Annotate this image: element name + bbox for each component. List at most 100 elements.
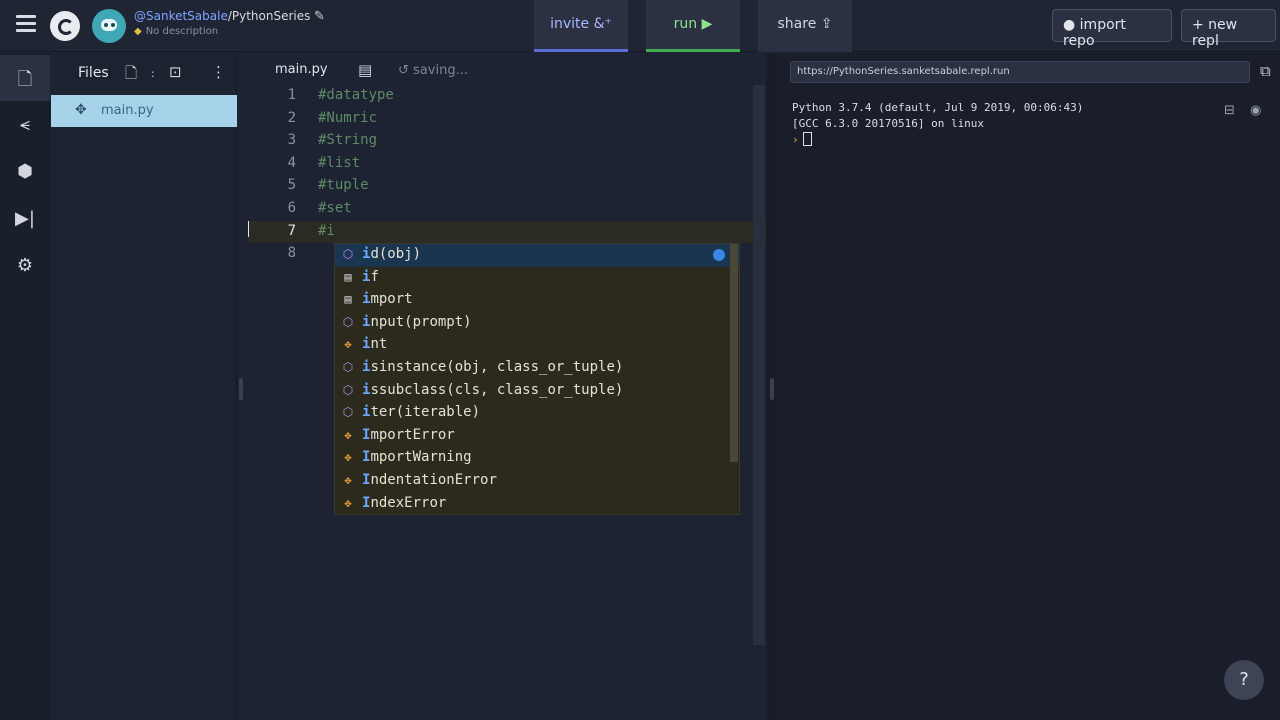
code-line[interactable]: 3 #String bbox=[248, 130, 766, 153]
file-icon[interactable]: 🗋 bbox=[0, 55, 50, 101]
tab-share[interactable]: share ⇪ bbox=[758, 0, 852, 52]
autocomplete-item[interactable]: ▤ import bbox=[335, 289, 739, 312]
files-title: Files bbox=[78, 65, 109, 81]
clear-console-icon[interactable]: ⊟ bbox=[1224, 103, 1235, 118]
code-line[interactable]: 6 #set bbox=[248, 198, 766, 221]
class-icon: ✥ bbox=[344, 495, 352, 510]
line-number: 8 bbox=[287, 245, 296, 262]
line-number: 5 bbox=[287, 177, 296, 194]
top-bar: @SanketSabale/PythonSeries ◆ No descripti… bbox=[0, 0, 1280, 52]
autocomplete-item[interactable]: ▤ if bbox=[335, 267, 739, 290]
autocomplete-item[interactable]: ⬡ input(prompt) bbox=[335, 312, 739, 335]
line-text: #datatype bbox=[318, 87, 394, 103]
autocomplete-popup: ⬡ id(obj) ▤ if ▤ import ⬡ input(prompt) ✥ int ⬡ isi… bbox=[334, 243, 740, 515]
help-button[interactable]: ? bbox=[1224, 660, 1264, 700]
terminal-output[interactable]: Python 3.7.4 (default, Jul 9 2019, 00:06… bbox=[792, 100, 1083, 148]
autocomplete-item[interactable]: ⬡ iter(iterable) bbox=[335, 402, 739, 425]
history-icon: ↺ bbox=[398, 63, 414, 78]
autocomplete-item[interactable]: ✥ ImportWarning bbox=[335, 447, 739, 470]
code-line[interactable]: 1 #datatype bbox=[248, 85, 766, 108]
settings-icon[interactable]: ⚙ bbox=[0, 243, 50, 289]
project-owner[interactable]: @SanketSabale bbox=[134, 9, 228, 23]
autocomplete-scrollbar[interactable] bbox=[730, 244, 738, 462]
line-text: #tuple bbox=[318, 177, 369, 194]
file-explorer: Files 🗋 : ⊡ ⋮ ✥ main.py bbox=[51, 53, 237, 720]
autocomplete-item[interactable]: ✥ IndentationError bbox=[335, 470, 739, 493]
autocomplete-item[interactable]: ✥ int bbox=[335, 334, 739, 357]
project-name: /PythonSeries bbox=[227, 9, 311, 23]
suggestion-text: mportError bbox=[370, 426, 455, 443]
add-folder-icon[interactable]: ⊡ bbox=[169, 63, 182, 81]
new-repl-button[interactable]: + new repl bbox=[1181, 9, 1276, 49]
console-toggle-icon[interactable]: ◉ bbox=[1250, 103, 1261, 118]
suggestion-text: ter(iterable) bbox=[370, 404, 481, 421]
line-text: #i bbox=[318, 222, 335, 239]
add-file-icon[interactable]: 🗋 bbox=[125, 63, 137, 88]
class-icon: ✥ bbox=[344, 427, 352, 442]
saving-status: ↺ saving... bbox=[398, 63, 468, 78]
suggestion-text: sinstance(obj, class_or_tuple) bbox=[370, 358, 624, 375]
suggestion-text: mport bbox=[370, 291, 413, 308]
debugger-icon[interactable]: ▶| bbox=[0, 196, 50, 242]
line-number: 6 bbox=[287, 199, 296, 216]
autocomplete-item[interactable]: ✥ IndexError bbox=[335, 493, 739, 516]
activity-bar: 🗋 ⪪ ⬢ ▶| ⚙ bbox=[0, 53, 50, 720]
format-icon[interactable]: ▤ bbox=[358, 61, 372, 79]
editor-scrollbar[interactable] bbox=[753, 85, 765, 645]
import-repo-button[interactable]: ● import repo bbox=[1052, 9, 1172, 49]
file-name: main.py bbox=[101, 103, 154, 118]
class-icon: ✥ bbox=[344, 337, 352, 352]
suggestion-text: f bbox=[370, 268, 379, 285]
line-text: #String bbox=[318, 132, 378, 149]
pane-divider[interactable] bbox=[766, 53, 778, 720]
method-icon: ⬡ bbox=[342, 247, 354, 261]
info-icon[interactable] bbox=[713, 249, 725, 261]
method-icon: ⬡ bbox=[342, 314, 354, 329]
line-text: #Numric bbox=[318, 109, 378, 126]
method-icon: ⬡ bbox=[342, 359, 354, 374]
code-line[interactable]: 5 #tuple bbox=[248, 175, 766, 198]
autocomplete-item[interactable]: ⬡ id(obj) bbox=[335, 244, 739, 267]
line-number: 4 bbox=[287, 154, 296, 171]
console-pane: https://PythonSeries.sanketsabale.repl.r… bbox=[778, 53, 1280, 720]
code-lines[interactable]: 1 #datatype 2 #Numric 3 #String 4 #list 5 #tuple 6… bbox=[248, 85, 766, 266]
file-main-py[interactable]: ✥ main.py bbox=[51, 95, 237, 127]
package-icon[interactable]: ⬢ bbox=[0, 149, 50, 195]
tab-main-py[interactable]: main.py bbox=[275, 62, 328, 77]
suggestion-text: ssubclass(cls, class_or_tuple) bbox=[370, 381, 624, 398]
avatar[interactable] bbox=[92, 9, 126, 43]
project-title[interactable]: @SanketSabale/PythonSeries ◆ No descripti… bbox=[134, 9, 310, 37]
files-header: Files 🗋 : ⊡ ⋮ bbox=[51, 53, 237, 93]
editor-tabs: main.py ▤ ↺ saving... bbox=[248, 53, 766, 87]
class-icon: ✥ bbox=[344, 450, 352, 465]
repl-url-field[interactable]: https://PythonSeries.sanketsabale.repl.r… bbox=[790, 61, 1250, 83]
autocomplete-item[interactable]: ⬡ isinstance(obj, class_or_tuple) bbox=[335, 357, 739, 380]
replit-logo-icon[interactable] bbox=[50, 11, 80, 41]
method-icon: ⬡ bbox=[342, 382, 354, 397]
code-line[interactable]: 2 #Numric bbox=[248, 108, 766, 131]
edit-pencil-icon[interactable]: ✎ bbox=[314, 9, 325, 24]
resize-handle[interactable] bbox=[770, 378, 774, 400]
terminal-line: Python 3.7.4 (default, Jul 9 2019, 00:06… bbox=[792, 101, 1084, 114]
line-number: 3 bbox=[287, 132, 296, 149]
project-description: ◆ No description bbox=[134, 26, 219, 37]
resize-handle[interactable] bbox=[239, 378, 243, 400]
terminal-prompt[interactable]: › bbox=[792, 132, 1083, 148]
line-text: #set bbox=[318, 199, 352, 216]
line-number: 2 bbox=[287, 109, 296, 126]
python-file-icon: ✥ bbox=[75, 102, 87, 118]
autocomplete-item[interactable]: ⬡ issubclass(cls, class_or_tuple) bbox=[335, 380, 739, 403]
code-line[interactable]: 4 #list bbox=[248, 153, 766, 176]
keyword-icon: ▤ bbox=[344, 269, 352, 284]
tab-run[interactable]: run ▶ bbox=[646, 0, 740, 52]
open-external-icon[interactable]: ⧉ bbox=[1260, 62, 1271, 80]
suggestion-text: mportWarning bbox=[370, 449, 472, 466]
more-options-icon[interactable]: ⋮ bbox=[211, 63, 226, 81]
suggestion-text: nput(prompt) bbox=[370, 313, 472, 330]
suggestion-text: nt bbox=[370, 336, 388, 353]
menu-icon[interactable] bbox=[16, 15, 36, 35]
git-icon[interactable]: ⪪ bbox=[0, 102, 50, 148]
code-line[interactable]: 7 #i bbox=[248, 220, 766, 244]
tab-invite[interactable]: invite &⁺ bbox=[534, 0, 628, 52]
autocomplete-item[interactable]: ✥ ImportError bbox=[335, 425, 739, 448]
